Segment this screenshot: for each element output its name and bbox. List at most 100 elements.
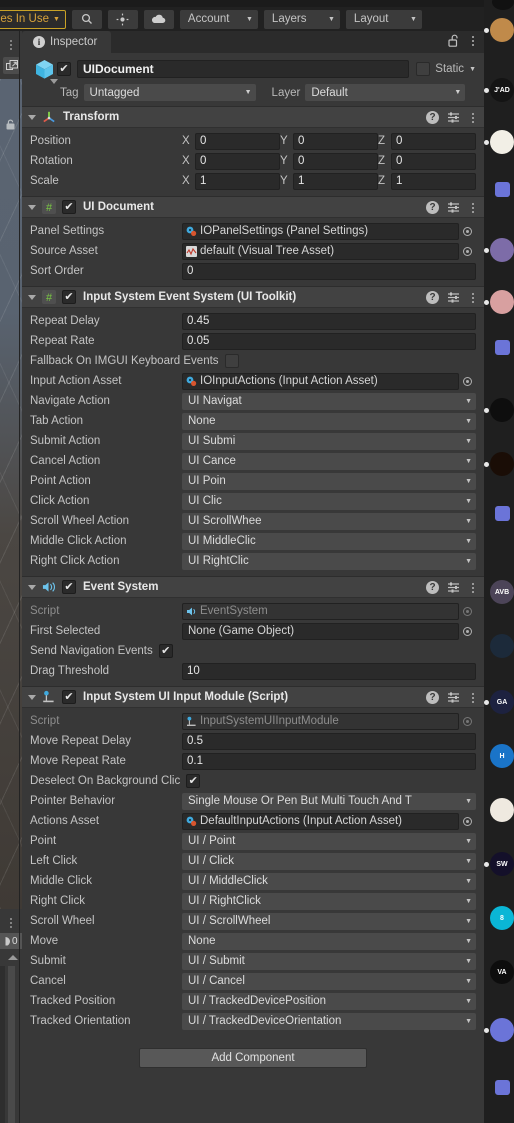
component-header[interactable]: # ✔ UI Document?	[22, 196, 484, 218]
static-checkbox[interactable]	[416, 62, 431, 76]
bookmark-favicon-cyan[interactable]: 8	[490, 906, 514, 930]
component-header[interactable]: ✔ Event System?	[22, 576, 484, 598]
packages-in-use-dropdown[interactable]: ges In Use ▼	[0, 9, 66, 29]
property-dropdown[interactable]: UI ScrollWhee ▼	[182, 512, 476, 530]
scrollbar-track[interactable]	[8, 966, 15, 1123]
component-enabled-checkbox[interactable]: ✔	[62, 580, 76, 594]
property-dropdown[interactable]: UI Submi ▼	[182, 432, 476, 450]
preset-settings-icon[interactable]	[447, 111, 460, 124]
kebab-icon[interactable]	[6, 37, 16, 53]
bookmark-favicon-map[interactable]	[490, 290, 514, 314]
property-checkbox[interactable]: ✔	[158, 644, 173, 658]
help-icon[interactable]: ?	[426, 581, 439, 594]
property-dropdown[interactable]: UI / MiddleClick ▼	[182, 872, 476, 890]
bookmark-favicon-jadore[interactable]: J'AD	[490, 78, 514, 102]
kebab-icon[interactable]	[468, 582, 478, 593]
object-reference-field[interactable]: None (Game Object)	[182, 622, 459, 640]
component-header[interactable]: ✔ Input System UI Input Module (Script)?	[22, 686, 484, 708]
vector-field[interactable]: 0	[391, 152, 476, 170]
object-reference-field[interactable]: default (Visual Tree Asset)	[182, 242, 459, 260]
maximize-icon[interactable]	[3, 57, 20, 74]
bookmark-favicon-hmod[interactable]: H	[490, 744, 514, 768]
kebab-icon[interactable]	[468, 202, 478, 213]
property-dropdown[interactable]: None ▼	[182, 412, 476, 430]
bookmark-favicon-avatar[interactable]: AVB	[490, 580, 514, 604]
object-reference-field[interactable]: InputSystemUIInputModule	[182, 712, 459, 730]
scroll-up-arrow-icon[interactable]	[8, 955, 18, 960]
object-picker-icon[interactable]	[459, 713, 476, 730]
property-dropdown[interactable]: UI / Cancel ▼	[182, 972, 476, 990]
property-dropdown[interactable]: UI / TrackedDevicePosition ▼	[182, 992, 476, 1010]
component-enabled-checkbox[interactable]: ✔	[62, 290, 76, 304]
bookmark-favicon-fire[interactable]	[490, 452, 514, 476]
help-icon[interactable]: ?	[426, 111, 439, 124]
object-reference-field[interactable]: EventSystem	[182, 602, 459, 620]
property-dropdown[interactable]: UI / Point ▼	[182, 832, 476, 850]
foldout-arrow-icon[interactable]	[28, 694, 36, 700]
object-picker-icon[interactable]	[459, 623, 476, 640]
bookmark-favicon-starwars[interactable]	[490, 798, 514, 822]
property-dropdown[interactable]: UI / ScrollWheel ▼	[182, 912, 476, 930]
bookmark-favicon-plate[interactable]	[490, 130, 514, 154]
component-header[interactable]: # ✔ Input System Event System (UI Toolkit)…	[22, 286, 484, 308]
text-field[interactable]: 10	[182, 662, 476, 680]
object-picker-icon[interactable]	[459, 603, 476, 620]
property-dropdown[interactable]: None ▼	[182, 932, 476, 950]
object-picker-icon[interactable]	[459, 223, 476, 240]
vector-field[interactable]: 0	[195, 152, 280, 170]
property-dropdown[interactable]: UI Cance ▼	[182, 452, 476, 470]
text-field[interactable]: 0.05	[182, 332, 476, 350]
text-field[interactable]: 0	[182, 262, 476, 280]
kebab-icon[interactable]	[468, 112, 478, 123]
bookmark-favicon-galaxy[interactable]: GA	[490, 690, 514, 714]
object-reference-field[interactable]: IOInputActions (Input Action Asset)	[182, 372, 459, 390]
kebab-icon[interactable]	[468, 35, 478, 46]
bookmark-tile-blue-2[interactable]	[495, 340, 510, 355]
object-picker-icon[interactable]	[459, 373, 476, 390]
text-field[interactable]: 0.1	[182, 752, 476, 770]
chevron-down-icon[interactable]: ▼	[469, 66, 476, 73]
object-picker-icon[interactable]	[459, 813, 476, 830]
vector-field[interactable]: 0	[293, 132, 378, 150]
bookmark-favicon-mascot[interactable]	[490, 398, 514, 422]
foldout-arrow-icon[interactable]	[28, 204, 36, 210]
layout-dropdown[interactable]: Layout ▼	[345, 9, 422, 29]
component-enabled-checkbox[interactable]: ✔	[62, 690, 76, 704]
bookmark-favicon-detective[interactable]	[490, 634, 514, 658]
vector-field[interactable]: 1	[195, 172, 280, 190]
bookmark-favicon-gear[interactable]	[490, 1018, 514, 1042]
vector-field[interactable]: 1	[391, 172, 476, 190]
layers-dropdown[interactable]: Layers ▼	[263, 9, 340, 29]
foldout-arrow-icon[interactable]	[28, 584, 36, 590]
foldout-arrow-icon[interactable]	[28, 114, 36, 120]
component-header[interactable]: Transform?	[22, 106, 484, 128]
bookmark-favicon-books[interactable]	[490, 18, 514, 42]
layer-dropdown[interactable]: Default ▼	[305, 84, 466, 101]
property-checkbox[interactable]	[224, 354, 239, 368]
gameobject-name-input[interactable]: UIDocument	[77, 60, 410, 78]
help-icon[interactable]: ?	[426, 291, 439, 304]
gameobject-enabled-checkbox[interactable]: ✔	[57, 62, 71, 76]
text-field[interactable]: 0.45	[182, 312, 476, 330]
bookmark-tile-blue-3[interactable]	[495, 506, 510, 521]
property-dropdown[interactable]: UI Poin ▼	[182, 472, 476, 490]
property-checkbox[interactable]: ✔	[186, 774, 201, 788]
bookmark-favicon-ring[interactable]	[490, 238, 514, 262]
text-field[interactable]: 0.5	[182, 732, 476, 750]
help-icon[interactable]: ?	[426, 201, 439, 214]
gameobject-cube-icon[interactable]	[32, 57, 58, 84]
tag-dropdown[interactable]: Untagged ▼	[83, 84, 256, 101]
property-dropdown[interactable]: UI / TrackedDeviceOrientation ▼	[182, 1012, 476, 1030]
help-icon[interactable]: ?	[426, 691, 439, 704]
property-dropdown[interactable]: UI / Click ▼	[182, 852, 476, 870]
preset-settings-icon[interactable]	[447, 691, 460, 704]
bookmark-tile-blue-4[interactable]	[495, 1080, 510, 1095]
vector-field[interactable]: 0	[293, 152, 378, 170]
add-component-button[interactable]: Add Component	[139, 1048, 367, 1068]
bookmark-favicon-voice[interactable]: VA	[490, 960, 514, 984]
object-picker-icon[interactable]	[459, 243, 476, 260]
object-reference-field[interactable]: IOPanelSettings (Panel Settings)	[182, 222, 459, 240]
property-dropdown[interactable]: UI MiddleClic ▼	[182, 532, 476, 550]
kebab-icon[interactable]	[6, 915, 16, 931]
object-reference-field[interactable]: DefaultInputActions (Input Action Asset)	[182, 812, 459, 830]
